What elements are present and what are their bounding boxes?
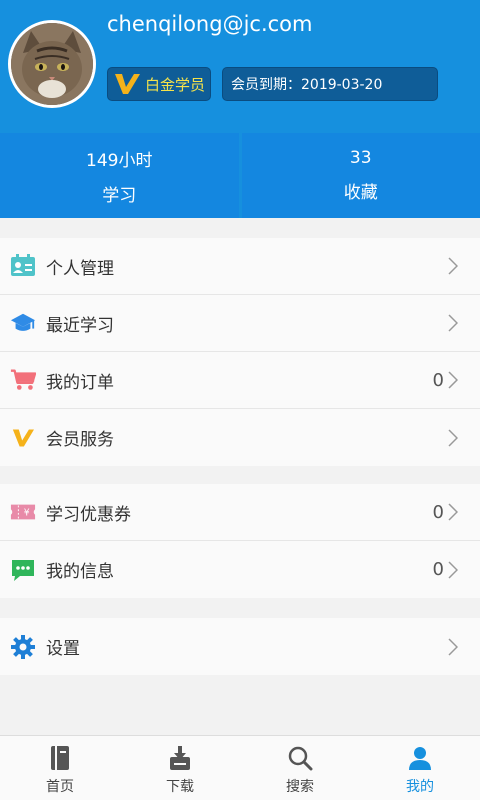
user-email: chenqilong@jc.com (107, 12, 313, 36)
tab-download[interactable]: 下载 (120, 736, 240, 800)
menu-item-personal-management[interactable]: 个人管理 (0, 238, 480, 295)
tab-label: 下载 (166, 779, 194, 795)
menu-group-account: 个人管理 最近学习 我的订单 0 会员服务 (0, 238, 480, 466)
menu-item-my-orders[interactable]: 我的订单 0 (0, 352, 480, 409)
gear-icon (10, 634, 36, 660)
stat-label: 学习 (102, 185, 137, 206)
download-tray-icon (170, 746, 190, 770)
menu-item-settings[interactable]: 设置 (0, 618, 480, 675)
member-level-label: 白金学员 (145, 75, 206, 94)
stat-value: 33 (349, 148, 372, 168)
menu-item-label: 会员服务 (46, 430, 114, 450)
message-icon (10, 557, 36, 583)
user-icon (409, 747, 431, 770)
bottom-tab-bar: 首页 下载 搜索 我的 (0, 735, 480, 800)
cat-avatar-image (11, 23, 93, 105)
chevron-right-icon (448, 257, 458, 275)
stats-bar: 149小时 学习 33 收藏 (0, 133, 480, 218)
tab-mine[interactable]: 我的 (360, 736, 480, 800)
menu-group-benefits: ¥ 学习优惠券 0 我的信息 0 (0, 484, 480, 598)
avatar[interactable] (8, 20, 96, 108)
book-icon (51, 746, 69, 770)
graduation-cap-icon (10, 310, 36, 336)
chevron-right-icon (448, 314, 458, 332)
profile-header: chenqilong@jc.com 白金学员 会员到期：2019-03-20 1… (0, 0, 480, 218)
chevron-right-icon (448, 560, 458, 579)
menu-item-recent-study[interactable]: 最近学习 (0, 295, 480, 352)
message-count: 0 (432, 559, 444, 580)
stat-label: 收藏 (343, 183, 378, 203)
menu-group-settings: 设置 (0, 618, 480, 675)
menu-item-coupons[interactable]: ¥ 学习优惠券 0 (0, 484, 480, 541)
order-count: 0 (432, 369, 444, 391)
member-expire-date: 会员到期：2019-03-20 (222, 67, 438, 101)
chevron-right-icon (448, 637, 458, 656)
vip-v-icon (115, 74, 140, 94)
tab-label: 搜索 (286, 779, 314, 795)
stat-value: 149小时 (86, 150, 153, 171)
menu-item-label: 设置 (46, 639, 80, 659)
menu-item-vip-service[interactable]: 会员服务 (0, 409, 480, 466)
menu-item-label: 我的信息 (46, 562, 114, 582)
menu-item-label: 最近学习 (46, 315, 114, 336)
menu-item-label: 我的订单 (46, 372, 114, 393)
chevron-right-icon (448, 371, 458, 389)
stat-study-hours[interactable]: 149小时 学习 (0, 133, 239, 218)
menu-item-label: 个人管理 (46, 258, 114, 279)
shopping-cart-icon (10, 367, 36, 393)
chevron-right-icon (448, 503, 458, 521)
tab-label: 首页 (46, 779, 74, 795)
svg-text:¥: ¥ (24, 508, 30, 519)
contact-card-icon (10, 253, 36, 279)
member-level-badge[interactable]: 白金学员 (107, 67, 211, 101)
coupon-icon: ¥ (10, 499, 36, 525)
menu-item-my-messages[interactable]: 我的信息 0 (0, 541, 480, 598)
tab-home[interactable]: 首页 (0, 736, 120, 800)
tab-label: 我的 (406, 779, 434, 795)
tab-search[interactable]: 搜索 (240, 736, 360, 800)
vip-v-icon (10, 425, 36, 451)
stat-favorites[interactable]: 33 收藏 (241, 133, 480, 218)
coupon-count: 0 (432, 501, 444, 523)
menu-item-label: 学习优惠券 (46, 504, 131, 525)
search-icon (288, 746, 313, 771)
chevron-right-icon (448, 428, 458, 447)
